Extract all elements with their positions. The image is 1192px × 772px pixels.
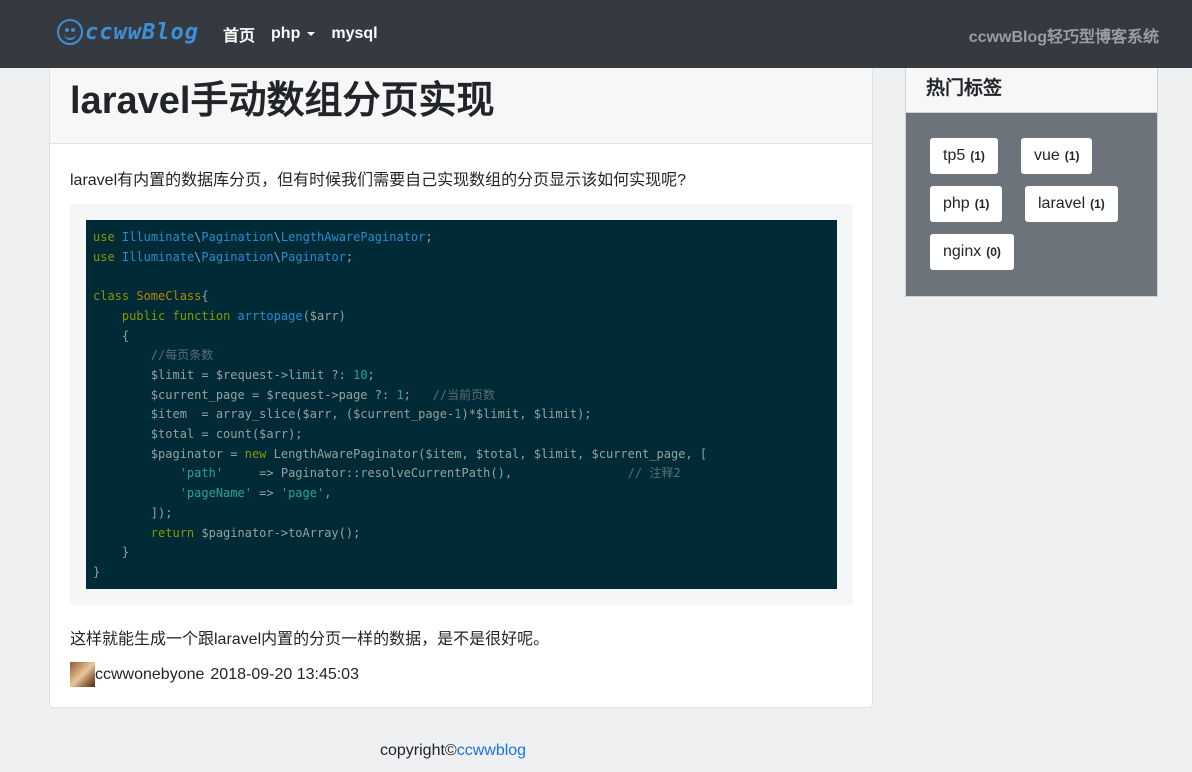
nav-link-mysql[interactable]: mysql	[331, 22, 377, 46]
tag-count: (1)	[970, 149, 985, 163]
avatar[interactable]	[70, 662, 95, 687]
article-title: laravel手动数组分页实现	[70, 80, 495, 122]
tag-name: nginx	[943, 243, 982, 260]
copyright-text: copyright©	[380, 742, 457, 759]
footer-link[interactable]: ccwwblog	[457, 742, 526, 759]
tag-laravel[interactable]: laravel (1)	[1025, 186, 1118, 222]
tag-count: (1)	[974, 197, 990, 211]
tag-vue[interactable]: vue (1)	[1021, 138, 1093, 174]
nav-links: 首页 php mysql	[223, 22, 378, 46]
tag-count: (1)	[1064, 149, 1080, 163]
post-timestamp: 2018-09-20 13:45:03	[210, 665, 359, 683]
tag-name: laravel	[1038, 195, 1086, 212]
popular-tags-title: 热门标签	[906, 68, 1157, 113]
tag-name: tp5	[943, 147, 966, 164]
footer: copyright©ccwwblog	[380, 742, 526, 760]
nav-dropdown-php[interactable]: php	[271, 22, 316, 46]
tags-container: tp5 (1) vue (1) php (1) laravel (1) nginx (0)	[906, 113, 1157, 296]
article-intro: laravel有内置的数据库分页，但有时候我们需要自己实现数组的分页显示该如何实…	[70, 172, 687, 189]
brand-logo[interactable]: ccwwBlog	[57, 17, 199, 47]
tag-count: (1)	[1090, 197, 1105, 211]
caret-down-icon	[307, 32, 316, 36]
tag-name: vue	[1034, 147, 1060, 164]
tag-tp5[interactable]: tp5 (1)	[930, 138, 998, 174]
code-block[interactable]: use Illuminate\Pagination\LengthAwarePag…	[86, 220, 837, 589]
nav-link-home[interactable]: 首页	[223, 22, 255, 46]
smiley-logo-icon	[57, 19, 83, 45]
site-tagline: ccwwBlog轻巧型博客系统	[968, 29, 1159, 46]
tag-name: php	[943, 195, 970, 212]
tag-nginx[interactable]: nginx (0)	[930, 234, 1014, 270]
popular-tags-panel: 热门标签 tp5 (1) vue (1) php (1) laravel (1) ngi…	[905, 68, 1158, 297]
tag-php[interactable]: php (1)	[930, 186, 1003, 222]
article-meta: ccwwonebyone 2018-09-20 13:45:03	[70, 662, 359, 687]
nav-link-label: php	[271, 25, 301, 42]
tag-count: (0)	[986, 245, 1001, 259]
article-card: laravel手动数组分页实现 laravel有内置的数据库分页，但有时候我们需…	[49, 68, 873, 708]
article-header: laravel手动数组分页实现	[50, 68, 872, 144]
nav-link-label: 首页	[223, 28, 256, 45]
nav-link-label: mysql	[331, 25, 378, 42]
author-name[interactable]: ccwwonebyone	[95, 666, 204, 684]
code-block-container: use Illuminate\Pagination\LengthAwarePag…	[70, 204, 853, 605]
top-navbar: ccwwBlog 首页 php mysql ccwwBlog轻巧型博客系统	[0, 0, 1192, 68]
brand-text: ccwwBlog	[85, 19, 199, 45]
article-conclusion: 这样就能生成一个跟laravel内置的分页一样的数据，是不是很好呢。	[70, 631, 550, 648]
